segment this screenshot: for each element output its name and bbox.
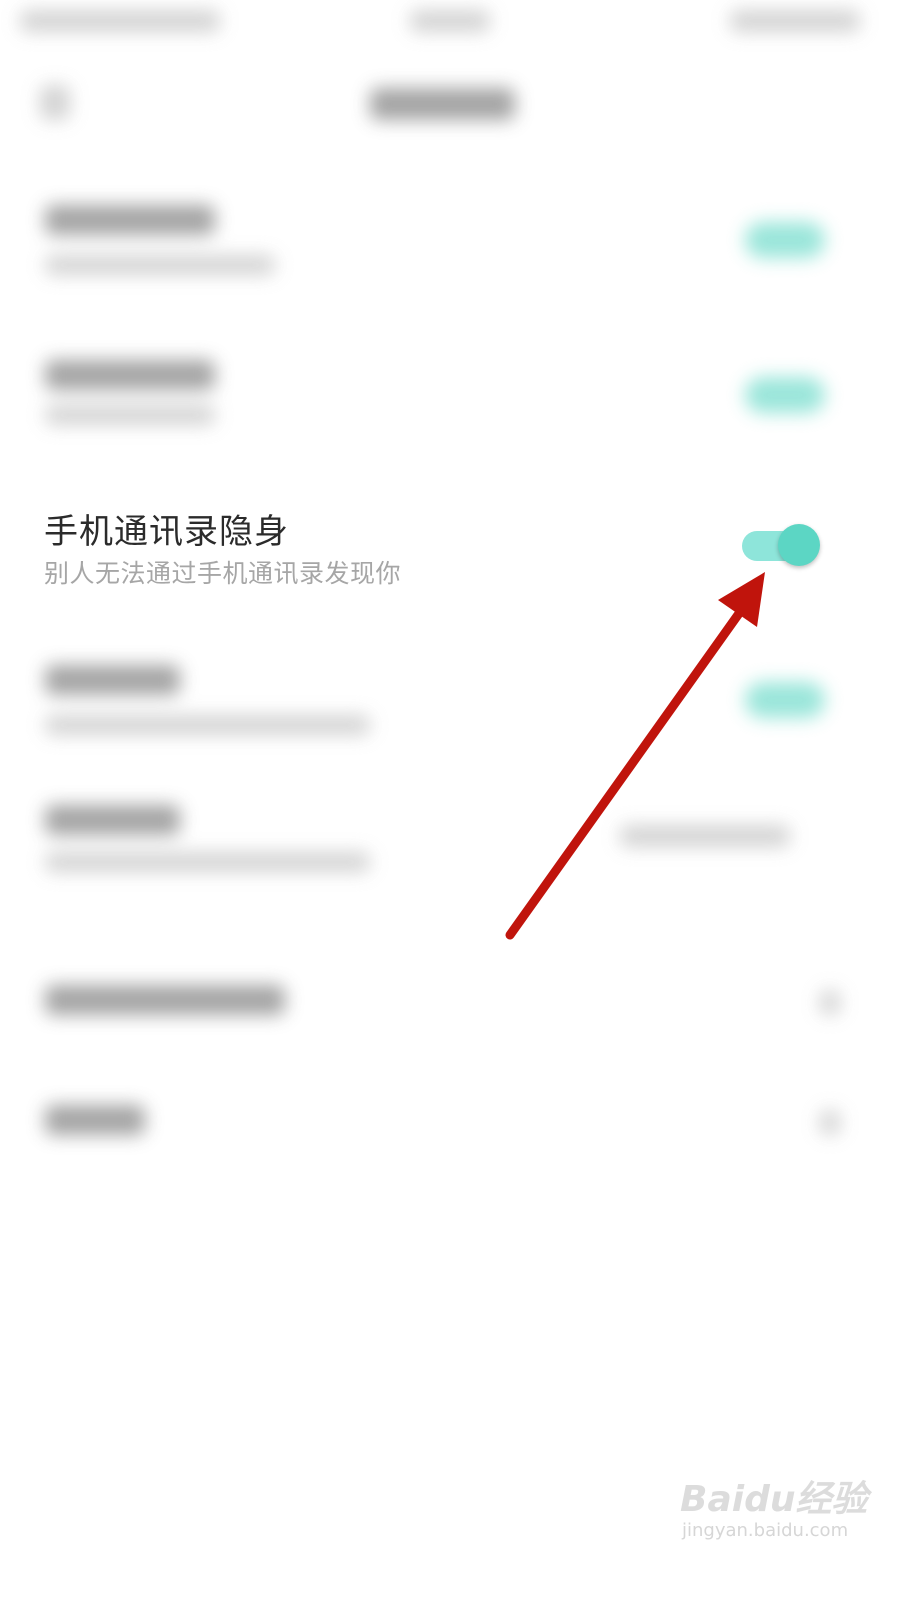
settings-screen: 手机通讯录隐身 别人无法通过手机通讯录发现你 Baidu经验 jingyan.b… — [0, 0, 900, 1600]
watermark-brand: Baidu经验 — [680, 1479, 868, 1520]
toggle-knob — [778, 524, 820, 566]
blurred-background — [0, 0, 900, 1600]
contacts-stealth-setting-row[interactable]: 手机通讯录隐身 别人无法通过手机通讯录发现你 — [0, 480, 900, 620]
contacts-stealth-toggle[interactable] — [742, 524, 820, 566]
baidu-watermark: Baidu经验 jingyan.baidu.com — [680, 1470, 867, 1550]
watermark-url: jingyan.baidu.com — [682, 1520, 849, 1541]
setting-title: 手机通讯录隐身 — [44, 512, 289, 552]
setting-subtitle: 别人无法通过手机通讯录发现你 — [44, 559, 402, 588]
